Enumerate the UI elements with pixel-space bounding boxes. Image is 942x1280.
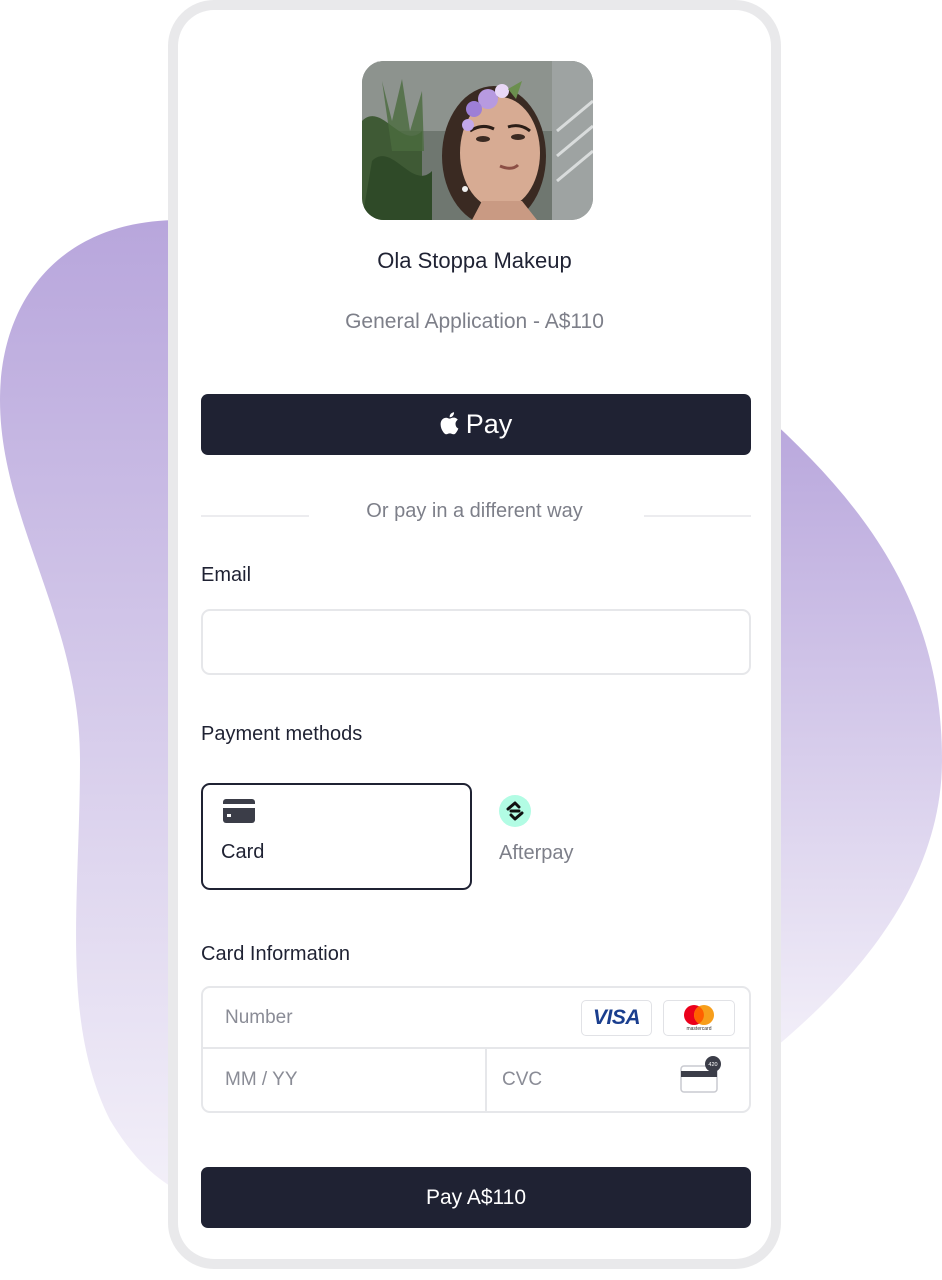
payment-method-card-label: Card [221,841,265,863]
apple-logo-icon [440,411,459,434]
divider-line-right [644,515,751,517]
payment-methods-label: Payment methods [201,723,363,745]
payment-method-afterpay[interactable]: Afterpay [489,783,751,890]
email-field[interactable] [201,609,751,675]
payment-method-card[interactable]: Card [201,783,472,890]
card-number-row: VISA mastercard [203,988,749,1049]
card-information-box: VISA mastercard 420 [201,986,751,1113]
payment-method-afterpay-label: Afterpay [499,842,574,864]
afterpay-logo-icon [499,795,531,827]
merchant-name: Ola Stoppa Makeup [377,248,572,273]
visa-logo-icon: VISA [581,1000,652,1036]
mastercard-logo-text: mastercard [686,1026,712,1032]
mastercard-logo-icon: mastercard [663,1000,735,1036]
cvc-icon-digits: 420 [708,1062,717,1068]
pay-button[interactable]: Pay A$110 [201,1167,751,1228]
card-information-label: Card Information [201,943,350,965]
product-description: General Application - A$110 [345,310,604,333]
merchant-photo [362,61,593,220]
cvc-card-icon: 420 [680,1056,721,1093]
card-cvc-input[interactable] [500,1066,664,1094]
email-label: Email [201,564,252,586]
card-number-input[interactable] [223,1004,567,1032]
visa-logo-text: VISA [592,1006,641,1029]
credit-card-icon [223,799,255,823]
divider-text: Or pay in a different way [366,500,583,522]
apple-pay-button[interactable]: Pay [201,394,751,455]
card-expiry-input[interactable] [223,1066,467,1094]
card-field-divider [485,1049,487,1111]
apple-pay-label: Pay [465,409,513,439]
phone-frame: Ola Stoppa Makeup General Application - … [168,0,781,1269]
checkout-screen: Ola Stoppa Makeup General Application - … [178,10,771,1259]
